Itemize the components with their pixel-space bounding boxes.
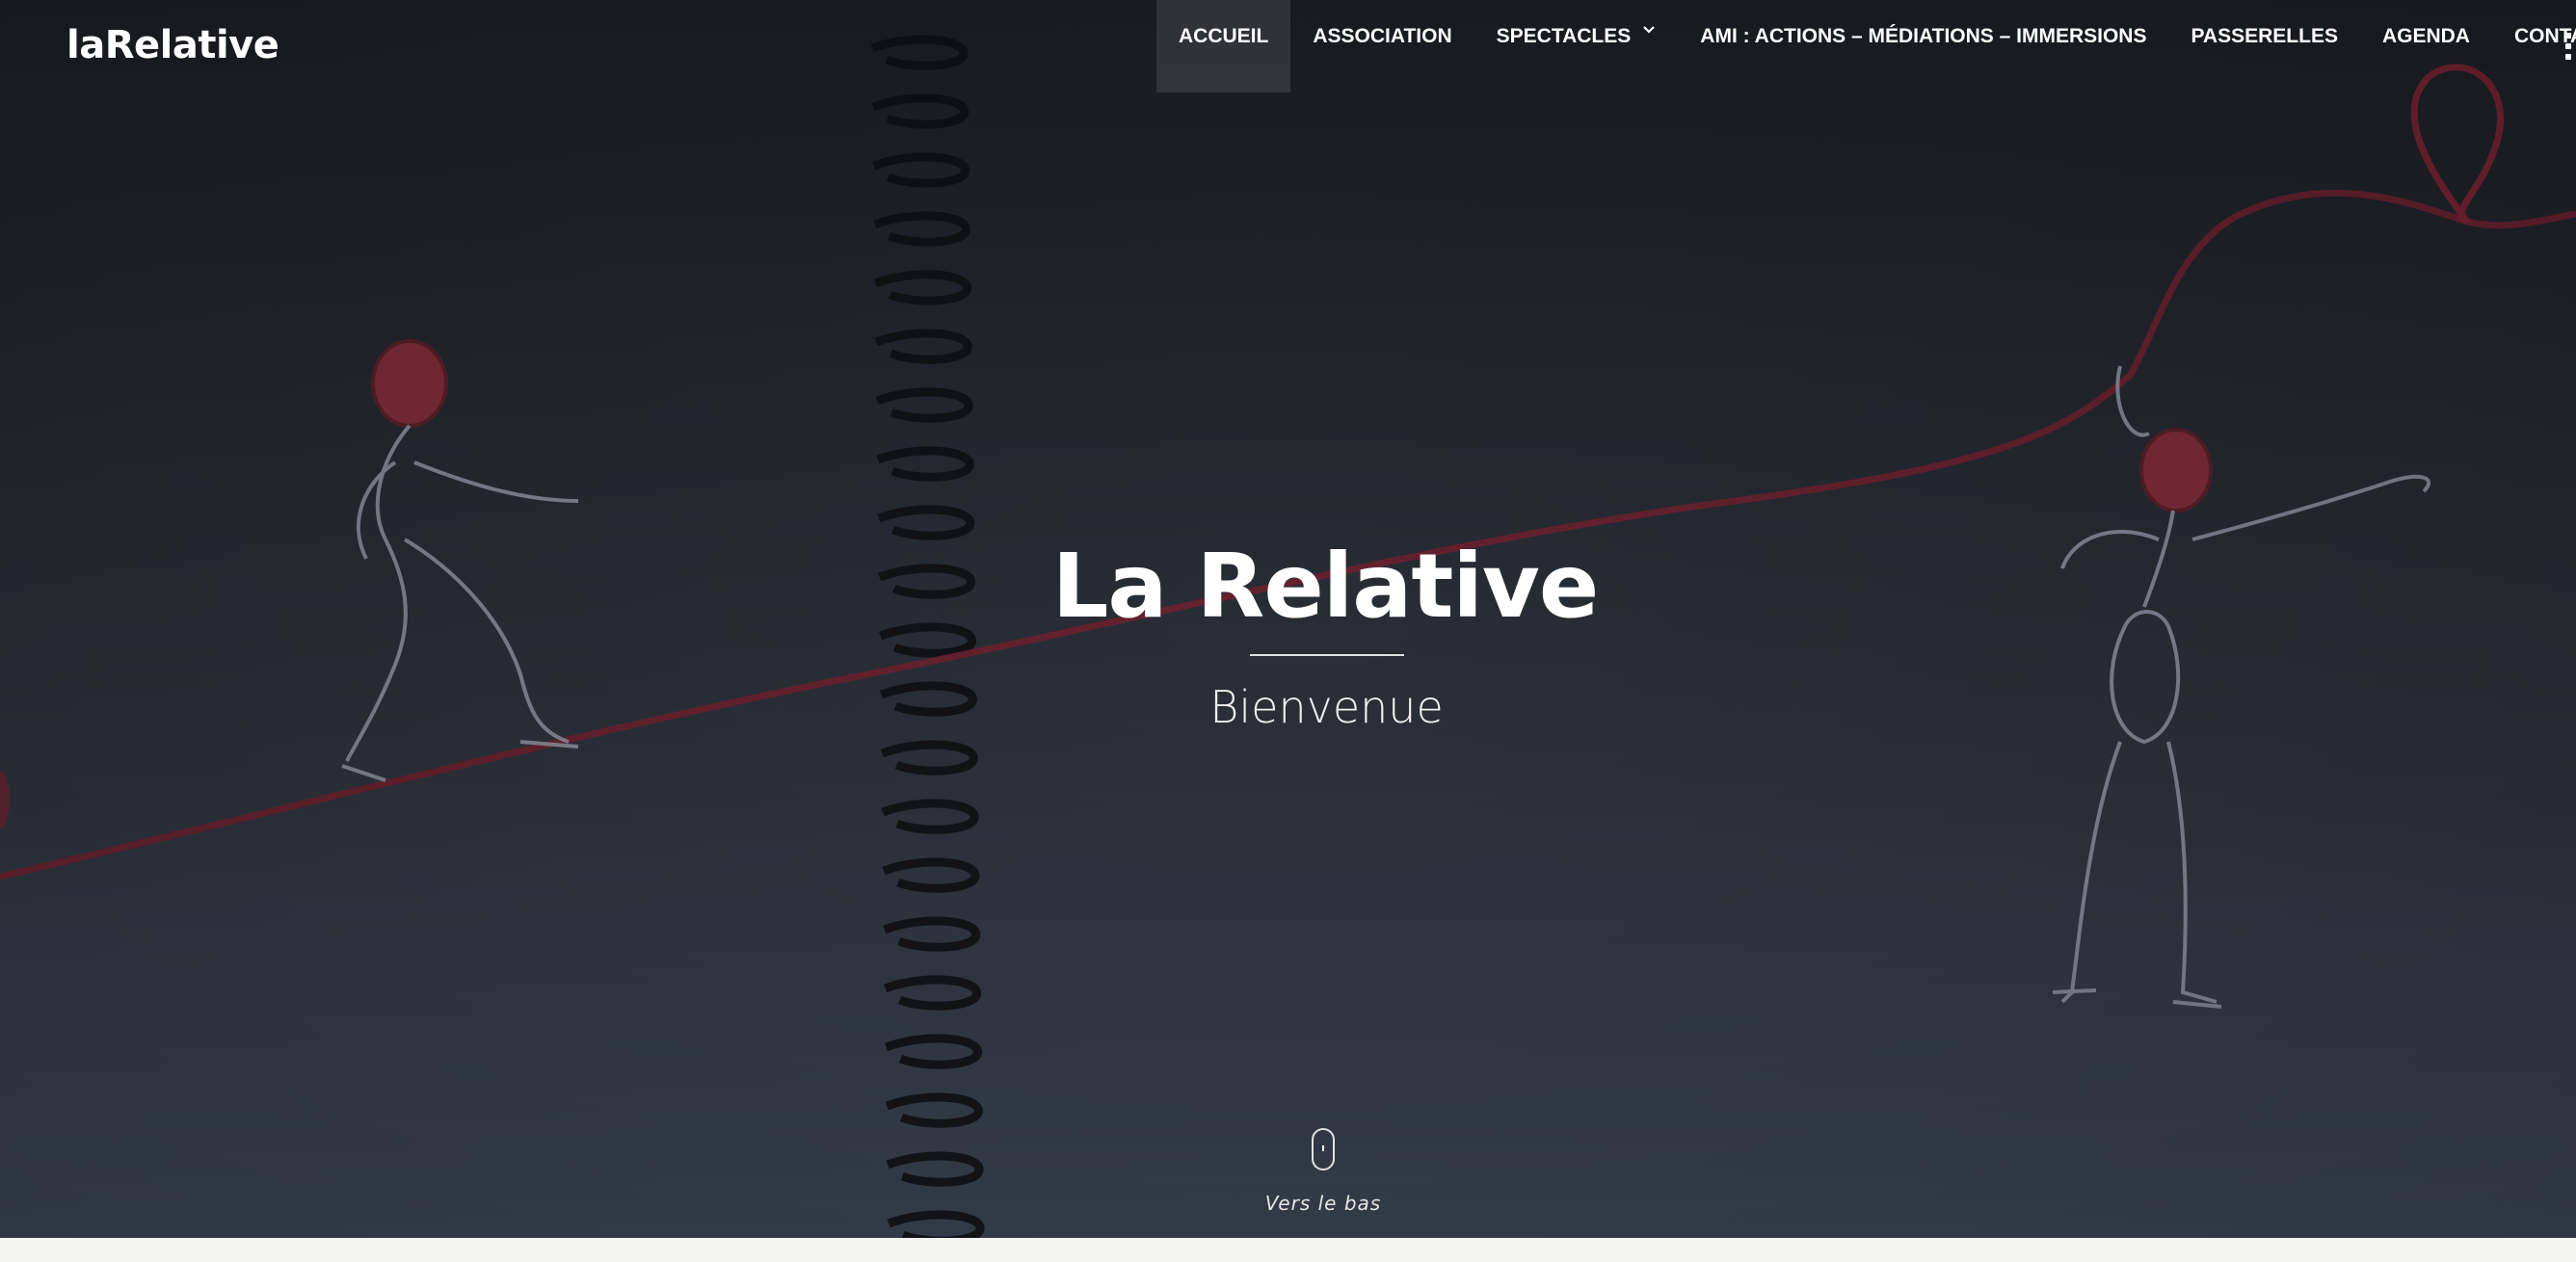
mouse-scroll-icon[interactable] <box>1312 1128 1335 1170</box>
title-divider <box>1250 654 1404 656</box>
mouse-wheel-mark <box>1322 1145 1324 1151</box>
nav-item-label: SPECTACLES <box>1496 25 1632 47</box>
nav-item-agenda[interactable]: AGENDA <box>2360 0 2492 92</box>
nav-item-association[interactable]: ASSOCIATION <box>1290 0 1474 92</box>
nav-item-label: AMI : ACTIONS – MÉDIATIONS – IMMERSIONS <box>1700 25 2147 47</box>
nav-item-label: ACCUEIL <box>1179 25 1269 47</box>
nav-item-passerelles[interactable]: PASSERELLES <box>2168 0 2359 92</box>
main-nav: ACCUEIL ASSOCIATION SPECTACLES AMI : ACT… <box>1156 0 2576 92</box>
nav-item-spectacles[interactable]: SPECTACLES <box>1474 0 1679 92</box>
hero-title: La Relative <box>1051 535 1599 638</box>
nav-item-ami[interactable]: AMI : ACTIONS – MÉDIATIONS – IMMERSIONS <box>1678 0 2168 92</box>
nav-item-accueil[interactable]: ACCUEIL <box>1156 0 1291 92</box>
nav-item-label: ASSOCIATION <box>1313 25 1452 47</box>
nav-item-label: AGENDA <box>2381 25 2470 47</box>
site-logo[interactable]: laRelative <box>66 23 279 67</box>
scroll-down-link[interactable]: Vers le bas <box>0 1192 2576 1215</box>
nav-item-label: PASSERELLES <box>2191 25 2338 47</box>
nav-item-contact[interactable]: CONTACT <box>2492 0 2576 92</box>
hero-section: laRelative ACCUEIL ASSOCIATION SPECTACLE… <box>0 0 2576 1238</box>
chevron-down-icon <box>1643 26 1656 34</box>
hero-subtitle: Bienvenue <box>1209 681 1444 733</box>
vertical-dots-menu-icon[interactable] <box>2565 33 2576 60</box>
page-content-edge <box>0 1238 2576 1262</box>
